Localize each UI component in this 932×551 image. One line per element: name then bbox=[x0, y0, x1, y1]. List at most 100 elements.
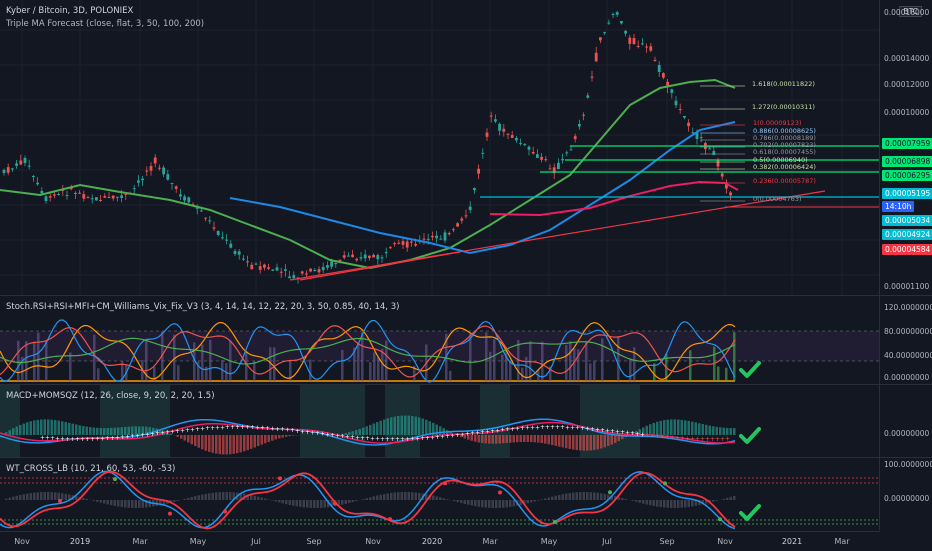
candle-body bbox=[200, 211, 203, 212]
wt-histogram bbox=[23, 494, 26, 500]
histogram-bar bbox=[93, 335, 96, 381]
candle-body bbox=[351, 255, 354, 258]
candle-body bbox=[389, 247, 392, 248]
price-label: 0.00006295 bbox=[882, 170, 932, 181]
candle-body bbox=[145, 171, 148, 172]
wt-tick: 0.00000000 bbox=[884, 494, 929, 503]
candle-body bbox=[229, 244, 232, 248]
wt-histogram bbox=[418, 493, 421, 500]
macd-histogram bbox=[68, 423, 71, 435]
candle-body bbox=[171, 183, 174, 184]
macd-histogram bbox=[30, 421, 33, 435]
wt-histogram bbox=[341, 500, 344, 505]
time-tick: Jul bbox=[602, 537, 612, 546]
wt-legend: WT_CROSS_LB (10, 21, 60, 53, -60, -53) bbox=[6, 464, 175, 474]
candle-body bbox=[406, 241, 409, 247]
macd-histogram bbox=[271, 435, 274, 441]
wt-cross-pane[interactable]: WT_CROSS_LB (10, 21, 60, 53, -60, -53) bbox=[0, 458, 880, 530]
histogram-bar bbox=[565, 345, 568, 381]
wt-histogram bbox=[19, 495, 22, 500]
wt-histogram bbox=[229, 492, 232, 500]
candle-body bbox=[473, 188, 476, 190]
fib-level-label: 1.272(0.00010311) bbox=[752, 103, 815, 111]
macd-histogram bbox=[593, 435, 596, 450]
candle-body bbox=[234, 251, 237, 254]
macd-histogram bbox=[289, 435, 292, 436]
candle-body bbox=[675, 101, 678, 105]
histogram-bar bbox=[593, 361, 596, 381]
wt-histogram bbox=[324, 500, 327, 508]
candle-body bbox=[574, 136, 577, 139]
macd-histogram bbox=[555, 435, 558, 446]
candle-body bbox=[343, 255, 346, 257]
candle-body bbox=[448, 233, 451, 234]
candle-body bbox=[532, 152, 535, 153]
histogram-bar bbox=[501, 355, 504, 381]
price-axis[interactable]: BTC 0.00016000 0.00014000 0.00012000 0.0… bbox=[879, 0, 932, 530]
cross-dot bbox=[443, 481, 447, 485]
time-tick: Sep bbox=[306, 537, 321, 546]
price-label: 0.00004924 bbox=[882, 229, 932, 240]
candle-body bbox=[444, 232, 447, 240]
squeeze-zone bbox=[580, 385, 640, 457]
histogram-bar bbox=[725, 368, 728, 381]
candle-body bbox=[439, 239, 442, 240]
macd-histogram bbox=[495, 435, 498, 444]
time-tick: May bbox=[541, 537, 558, 546]
histogram-bar bbox=[485, 332, 488, 381]
wt-histogram bbox=[114, 500, 117, 506]
candle-body bbox=[53, 194, 56, 195]
candle-body bbox=[318, 269, 321, 272]
time-axis[interactable]: Nov2019MarMayJulSepNov2020MarMayJulSepNo… bbox=[0, 531, 880, 551]
checkmark-icon bbox=[738, 360, 762, 380]
candle-body bbox=[498, 124, 501, 131]
histogram-bar bbox=[589, 363, 592, 381]
candle-body bbox=[452, 229, 455, 230]
wt-histogram bbox=[376, 496, 379, 500]
macd-histogram bbox=[506, 435, 509, 443]
macd-histogram bbox=[184, 435, 187, 441]
macd-histogram bbox=[9, 430, 12, 435]
macd-pane[interactable]: ++++++++++++++++++++++++++++++++++++++++… bbox=[0, 385, 880, 457]
wt-histogram bbox=[621, 498, 624, 500]
price-chart[interactable] bbox=[0, 0, 880, 295]
wt-histogram bbox=[355, 500, 358, 501]
wt-histogram bbox=[187, 498, 190, 500]
macd-histogram bbox=[96, 428, 99, 435]
candle-body bbox=[166, 174, 169, 180]
candle-body bbox=[456, 223, 459, 226]
wt-histogram bbox=[380, 495, 383, 500]
macd-histogram bbox=[723, 428, 726, 435]
macd-histogram bbox=[261, 435, 264, 445]
wt-histogram bbox=[639, 500, 642, 503]
wt-histogram bbox=[439, 497, 442, 500]
macd-histogram bbox=[254, 435, 257, 447]
macd-histogram bbox=[278, 435, 281, 438]
histogram-bar bbox=[245, 351, 248, 381]
price-chart-pane[interactable]: Kyber / Bitcoin, 3D, POLONIEX Triple MA … bbox=[0, 0, 880, 295]
cross-dot bbox=[718, 517, 722, 521]
macd-histogram bbox=[292, 435, 295, 436]
wt-histogram bbox=[26, 494, 29, 500]
macd-histogram bbox=[677, 420, 680, 435]
macd-histogram bbox=[726, 428, 729, 435]
macd-histogram bbox=[670, 419, 673, 435]
stoch-rsi-pane[interactable]: Stoch.RSI+RSI+MFI+CM_Williams_Vix_Fix_V3… bbox=[0, 296, 880, 384]
wt-histogram bbox=[541, 499, 544, 500]
histogram-bar bbox=[273, 347, 276, 381]
macd-histogram bbox=[236, 435, 239, 453]
macd-histogram bbox=[100, 428, 103, 435]
wt-histogram bbox=[317, 500, 320, 508]
macd-histogram bbox=[541, 435, 544, 443]
wt-histogram bbox=[677, 500, 680, 508]
wt-histogram bbox=[149, 500, 152, 507]
candle-body bbox=[3, 170, 6, 173]
histogram-bar bbox=[569, 341, 572, 381]
time-tick: Mar bbox=[834, 537, 849, 546]
candle-body bbox=[507, 134, 510, 135]
histogram-bar bbox=[69, 352, 72, 381]
candle-body bbox=[683, 116, 686, 118]
candle-body bbox=[40, 191, 43, 193]
candle-body bbox=[154, 158, 157, 164]
stoch-legend: Stoch.RSI+RSI+MFI+CM_Williams_Vix_Fix_V3… bbox=[6, 302, 399, 312]
